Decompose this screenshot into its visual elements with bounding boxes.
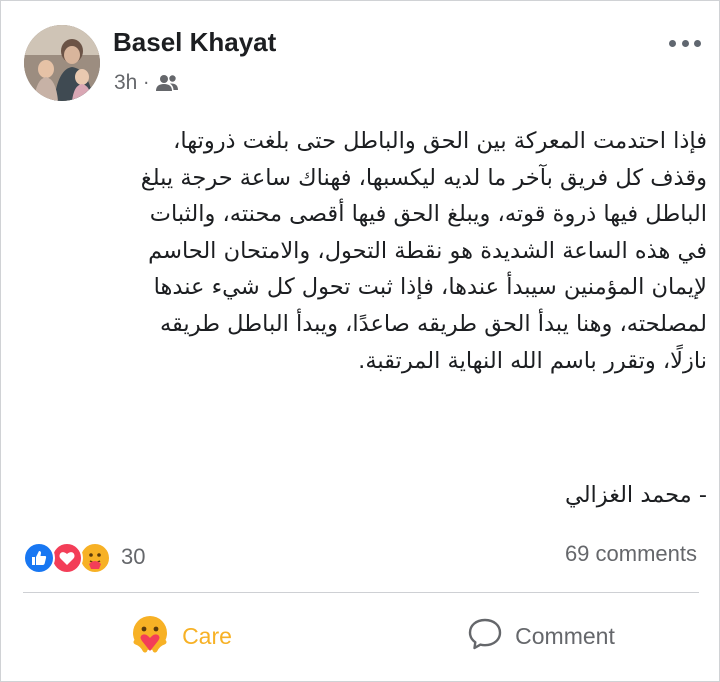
- comment-label: Comment: [515, 622, 615, 649]
- post-text-line: في هذه الساعة الشديدة هو نقطة التحول، وا…: [148, 237, 707, 264]
- like-icon: [23, 542, 55, 574]
- reactions-summary[interactable]: 30: [23, 539, 145, 575]
- reaction-count: 30: [121, 544, 146, 569]
- post-text-line: وقذف كل فريق بآخر ما لديه ليكسبها، فهناك…: [140, 164, 707, 191]
- care-icon: [79, 542, 111, 574]
- love-icon: [51, 542, 83, 574]
- post-text-line: نازلًا، وتقرر باسم الله النهاية المرتقبة…: [358, 347, 707, 374]
- avatar[interactable]: [24, 25, 100, 101]
- meta-separator: ·: [143, 72, 150, 94]
- more-horizontal-icon[interactable]: [665, 31, 705, 55]
- author-name[interactable]: Basel Khayat: [113, 27, 276, 58]
- reaction-icons: [23, 540, 117, 574]
- post-actions: Care Comment: [1, 599, 720, 673]
- post-time[interactable]: 3h: [114, 71, 137, 95]
- comments-count[interactable]: 69 comments: [565, 541, 697, 567]
- avatar-photo: [24, 25, 100, 101]
- post-text-line: الباطل فيها ذروة قوته، ويبلغ الحق فيها أ…: [149, 201, 707, 228]
- comment-button[interactable]: Comment: [361, 599, 720, 673]
- comment-icon: [467, 616, 503, 656]
- facebook-post: Basel Khayat 3h · فإذا احتدمت المعركة بي…: [0, 0, 720, 682]
- post-text-line: لمصلحته، وهنا يبدأ الحق طريقه صاعدًا، وي…: [159, 310, 707, 337]
- care-button[interactable]: Care: [1, 599, 361, 673]
- care-label: Care: [182, 622, 232, 649]
- post-text-line: فإذا احتدمت المعركة بين الحق والباطل حتى…: [173, 128, 707, 154]
- post-text-line: لإيمان المؤمنين سيبدأ عندها، فإذا ثبت تح…: [153, 274, 707, 301]
- friends-icon: [155, 73, 179, 93]
- post-meta: 3h ·: [114, 71, 179, 95]
- care-icon: [130, 614, 170, 658]
- post-text: فإذا احتدمت المعركة بين الحق والباطل حتى…: [19, 123, 707, 379]
- post-signature: - محمد الغزالي: [564, 482, 707, 508]
- divider: [23, 592, 699, 593]
- post-header: Basel Khayat 3h ·: [1, 1, 720, 111]
